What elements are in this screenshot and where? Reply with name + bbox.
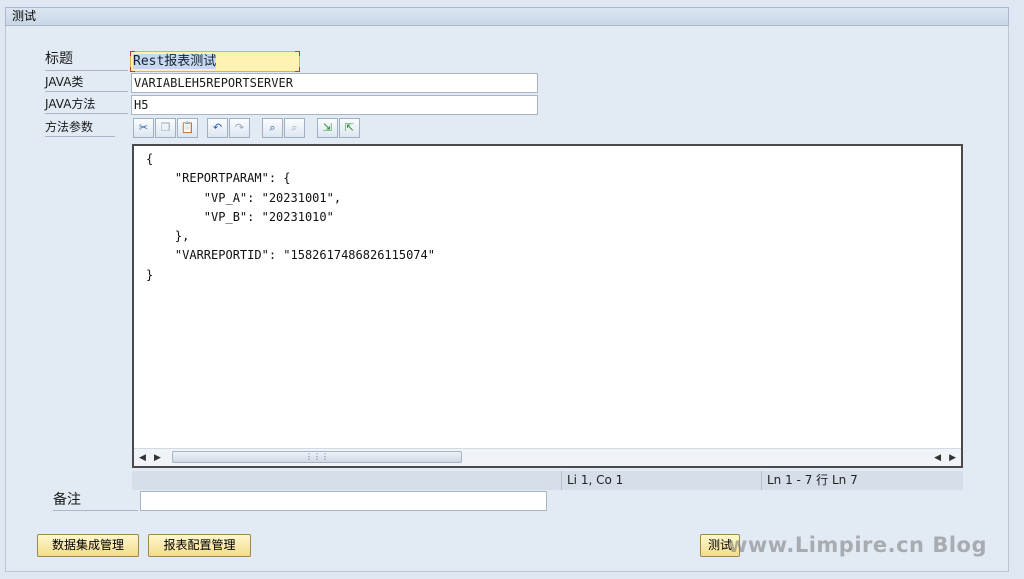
find-icon[interactable]: ⌕ bbox=[262, 118, 283, 138]
params-label: 方法参数 bbox=[45, 119, 115, 137]
copy-icon[interactable]: ❐ bbox=[155, 118, 176, 138]
paste-icon[interactable]: 📋 bbox=[177, 118, 198, 138]
title-input-value: Rest报表测试 bbox=[133, 54, 217, 69]
focus-corner-bl bbox=[130, 67, 135, 72]
focus-corner-tl bbox=[130, 51, 135, 56]
scroll-right-icon[interactable]: ▶ bbox=[154, 450, 161, 466]
report-config-button[interactable]: 报表配置管理 bbox=[148, 534, 251, 557]
scrollbar-thumb[interactable]: ⋮⋮⋮ bbox=[172, 451, 462, 463]
data-integration-button[interactable]: 数据集成管理 bbox=[37, 534, 139, 557]
scroll-left-end-icon[interactable]: ◀ bbox=[934, 450, 941, 466]
scroll-left-icon[interactable]: ◀ bbox=[139, 450, 146, 466]
title-label: 标题 bbox=[45, 51, 128, 71]
line-count: Ln 1 - 7 行 Ln 7 bbox=[761, 471, 963, 490]
import-icon[interactable]: ⇲ bbox=[317, 118, 338, 138]
redo-icon[interactable]: ↷ bbox=[229, 118, 250, 138]
horizontal-scrollbar[interactable]: ◀ ▶ ⋮⋮⋮ ◀ ▶ bbox=[134, 448, 961, 466]
focus-corner-tr bbox=[295, 51, 300, 56]
cut-icon[interactable]: ✂ bbox=[133, 118, 154, 138]
focus-corner-br bbox=[295, 67, 300, 72]
remark-input[interactable] bbox=[140, 491, 547, 511]
undo-icon[interactable]: ↶ bbox=[207, 118, 228, 138]
java-class-input[interactable]: VARIABLEH5REPORTSERVER bbox=[131, 73, 538, 93]
java-class-label: JAVA类 bbox=[45, 74, 128, 92]
scroll-right-end-icon[interactable]: ▶ bbox=[949, 450, 956, 466]
cursor-position: Li 1, Co 1 bbox=[561, 471, 761, 490]
panel-title-text: 测试 bbox=[12, 9, 37, 23]
params-code[interactable]: { "REPORTPARAM": { "VP_A": "20231001", "… bbox=[146, 150, 435, 285]
panel-title: 测试 bbox=[5, 7, 1009, 26]
find-next-icon[interactable]: ⌕ bbox=[284, 118, 305, 138]
watermark: www.Limpire.cn Blog bbox=[728, 533, 987, 557]
java-method-label: JAVA方法 bbox=[45, 96, 128, 114]
title-input[interactable]: Rest报表测试 bbox=[130, 51, 300, 72]
params-editor[interactable]: { "REPORTPARAM": { "VP_A": "20231001", "… bbox=[132, 144, 963, 468]
java-method-input[interactable]: H5 bbox=[131, 95, 538, 115]
remark-label: 备注 bbox=[53, 492, 138, 511]
export-icon[interactable]: ⇱ bbox=[339, 118, 360, 138]
